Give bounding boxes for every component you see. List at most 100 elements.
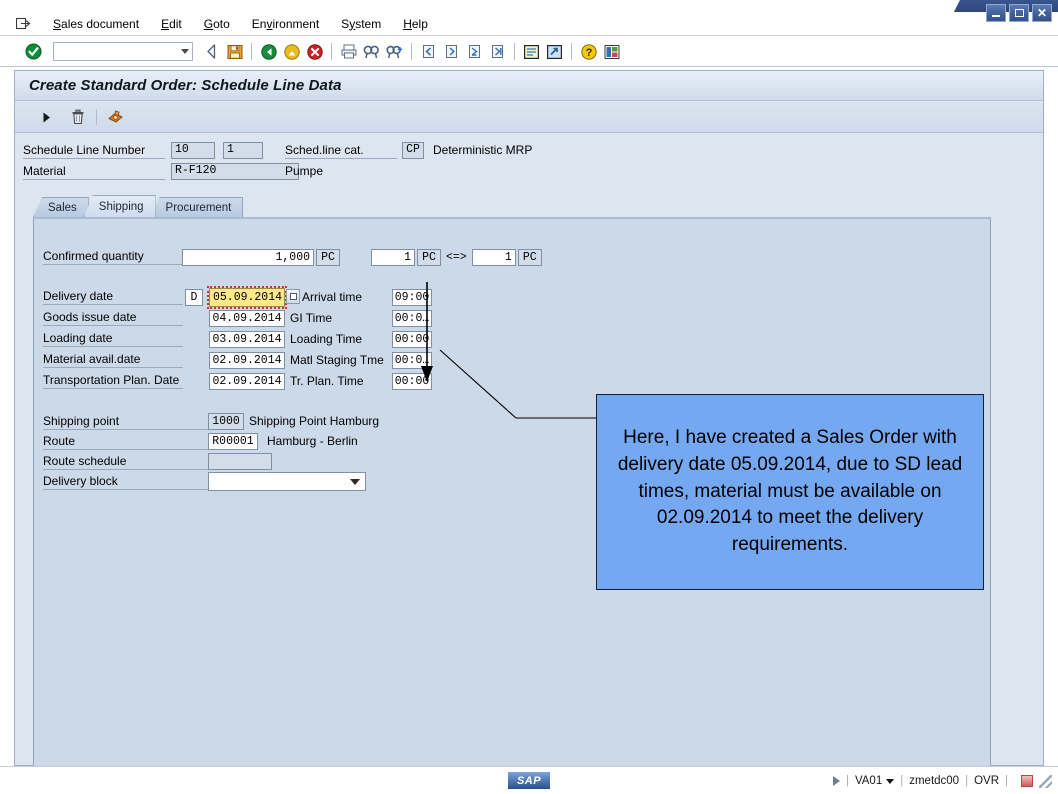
toolbar-divider <box>331 43 332 60</box>
create-session-icon[interactable] <box>521 41 542 62</box>
print-icon[interactable] <box>338 41 359 62</box>
status-insert-mode: OVR <box>974 775 999 787</box>
resize-grip[interactable] <box>1039 775 1052 788</box>
delete-trash-icon[interactable] <box>67 107 88 128</box>
matl-staging-time-field[interactable]: 00:0… <box>392 352 432 369</box>
help-icon[interactable]: ? <box>578 41 599 62</box>
tab-shipping[interactable]: Shipping <box>84 195 156 217</box>
status-bar-right: | VA01 | zmetdc00 | OVR | <box>833 767 1052 794</box>
loading-time-label: Loading Time <box>290 332 362 346</box>
find-next-icon[interactable] <box>384 41 405 62</box>
schedule-line-number-field[interactable]: 10 <box>171 142 215 159</box>
tab-procurement[interactable]: Procurement <box>151 197 244 217</box>
transportation-plan-date-label: Transportation Plan. Date <box>43 372 183 389</box>
chevron-down-icon[interactable] <box>350 479 360 485</box>
menu-edit[interactable]: Edit <box>150 15 193 33</box>
goods-issue-date-field[interactable]: 04.09.2014 <box>209 310 285 327</box>
enter-check-icon[interactable] <box>23 41 44 62</box>
goods-issue-date-label: Goods issue date <box>43 309 183 326</box>
delivery-date-type-field[interactable]: D <box>185 289 203 306</box>
loading-time-field[interactable]: 00:00 <box>392 331 432 348</box>
chevron-down-icon[interactable] <box>886 779 894 784</box>
last-page-icon[interactable] <box>487 41 508 62</box>
route-label: Route <box>43 433 218 450</box>
loading-date-field[interactable]: 03.09.2014 <box>209 331 285 348</box>
route-schedule-label: Route schedule <box>43 453 218 470</box>
back-green-icon[interactable] <box>258 41 279 62</box>
conversion-numerator-field[interactable]: 1 <box>371 249 415 266</box>
tab-sales-label: Sales <box>48 202 77 214</box>
tabstrip: Sales Shipping Procurement <box>33 195 1025 217</box>
schedule-line-header: Schedule Line Number 10 1 Sched.line cat… <box>15 135 1043 185</box>
route-field[interactable]: R00001 <box>208 433 258 450</box>
delivery-date-field[interactable]: 05.09.2014 <box>209 288 285 307</box>
toolbar-divider <box>411 43 412 60</box>
gi-time-field[interactable]: 00:0… <box>392 310 432 327</box>
confirmed-quantity-uom-field[interactable]: PC <box>316 249 340 266</box>
status-graphic-icon[interactable] <box>1021 775 1033 787</box>
sap-logo: SAP <box>508 772 550 789</box>
menu-goto[interactable]: Goto <box>193 15 241 33</box>
save-icon[interactable] <box>224 41 245 62</box>
transportation-plan-date-field[interactable]: 02.09.2014 <box>209 373 285 390</box>
toolbar-divider <box>96 109 97 125</box>
tab-shipping-label: Shipping <box>99 201 144 213</box>
menu-bar: SSales documentales document Edit Goto E… <box>0 12 1058 36</box>
menu-sales-document[interactable]: SSales documentales document <box>42 15 150 33</box>
status-expand-icon[interactable] <box>833 776 840 786</box>
minimize-button[interactable] <box>986 4 1006 22</box>
status-bar: SAP | VA01 | zmetdc00 | OVR | <box>0 766 1058 794</box>
page-title: Create Standard Order: Schedule Line Dat… <box>29 77 342 94</box>
toolbar-divider <box>571 43 572 60</box>
annotation-text: Here, I have created a Sales Order with … <box>611 425 969 560</box>
expand-triangle-icon[interactable] <box>36 107 57 128</box>
chevron-down-icon[interactable] <box>181 49 189 54</box>
previous-page-icon[interactable] <box>441 41 462 62</box>
close-button[interactable]: ✕ <box>1032 4 1052 22</box>
tr-plan-time-field[interactable]: 00:00 <box>392 373 432 390</box>
next-page-icon[interactable] <box>464 41 485 62</box>
delivery-date-picker-button[interactable] <box>286 289 300 304</box>
window-controls: ✕ <box>986 4 1052 22</box>
material-label: Material <box>23 163 165 180</box>
schedule-line-item-field[interactable]: 1 <box>223 142 263 159</box>
menu-environment[interactable]: Environment <box>241 15 330 33</box>
conversion-numerator-uom[interactable]: PC <box>417 249 441 266</box>
find-icon[interactable] <box>361 41 382 62</box>
route-schedule-field[interactable] <box>208 453 272 470</box>
conversion-denominator-field[interactable]: 1 <box>472 249 516 266</box>
conversion-operator: <=> <box>446 251 467 264</box>
toolbar-divider <box>514 43 515 60</box>
cancel-red-icon[interactable] <box>304 41 325 62</box>
status-system: zmetdc00 <box>909 775 959 787</box>
sched-line-cat-field[interactable]: CP <box>402 142 424 159</box>
command-field[interactable] <box>53 42 193 61</box>
material-field[interactable]: R-F120 <box>171 163 299 180</box>
customize-layout-icon[interactable] <box>601 41 622 62</box>
menu-help[interactable]: Help <box>392 15 439 33</box>
shipping-point-label: Shipping point <box>43 413 218 430</box>
tab-sales[interactable]: Sales <box>33 197 89 217</box>
maximize-button[interactable] <box>1009 4 1029 22</box>
shortcut-icon[interactable] <box>544 41 565 62</box>
conversion-denominator-uom[interactable]: PC <box>518 249 542 266</box>
first-page-icon[interactable] <box>418 41 439 62</box>
loading-date-label: Loading date <box>43 330 183 347</box>
confirmed-quantity-field[interactable]: 1,000 <box>182 249 314 266</box>
svg-text:?: ? <box>585 47 592 59</box>
configuration-icon[interactable] <box>105 107 126 128</box>
screen-title-band: Create Standard Order: Schedule Line Dat… <box>15 71 1043 101</box>
sched-line-cat-description: Deterministic MRP <box>433 143 532 157</box>
exit-yellow-icon[interactable] <box>281 41 302 62</box>
shipping-point-field[interactable]: 1000 <box>208 413 244 430</box>
system-menu-icon[interactable] <box>14 16 32 32</box>
material-avail-date-field[interactable]: 02.09.2014 <box>209 352 285 369</box>
delivery-block-select[interactable] <box>208 472 366 491</box>
status-divider: | <box>965 775 968 787</box>
standard-toolbar: ? <box>0 37 1058 67</box>
back-arrow-icon[interactable] <box>201 41 222 62</box>
menu-system[interactable]: System <box>330 15 392 33</box>
gi-time-label: GI Time <box>290 311 332 325</box>
confirmed-quantity-label: Confirmed quantity <box>43 248 183 265</box>
arrival-time-field[interactable]: 09:00 <box>392 289 432 306</box>
